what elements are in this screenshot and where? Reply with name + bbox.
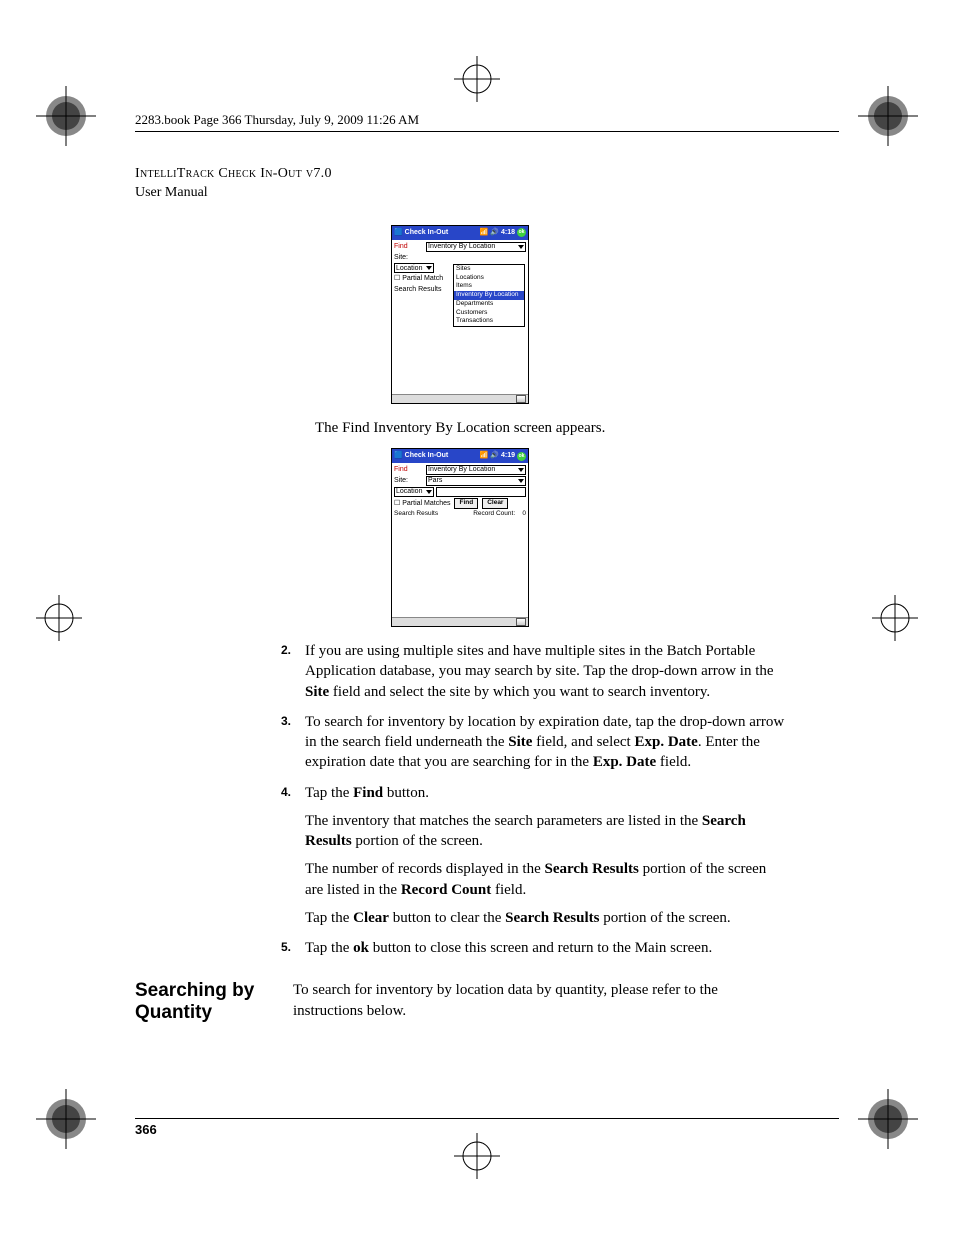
- section-body: To search for inventory by location data…: [293, 980, 785, 1024]
- chevron-down-icon: [426, 266, 432, 270]
- crop-mark-icon: [36, 595, 82, 641]
- record-count-label: Record Count:: [473, 510, 515, 517]
- find-dropdown: Inventory By Location: [426, 242, 526, 252]
- location-dropdown: Location: [394, 487, 434, 497]
- product-subtitle: User Manual: [135, 185, 208, 200]
- step-5: 5. Tap the ok button to close this scree…: [305, 938, 785, 958]
- volume-icon: 🔊: [490, 228, 499, 237]
- embedded-screenshot-2: 🟦 Check In-Out 📶 🔊 4:19 ok Find Inventor…: [391, 448, 529, 627]
- find-label: Find: [394, 242, 426, 251]
- step-number: 2.: [281, 642, 291, 658]
- book-header-line: 2283.book Page 366 Thursday, July 9, 200…: [135, 112, 419, 128]
- search-results-label: Search Results: [394, 510, 438, 519]
- keyboard-icon: [516, 618, 526, 626]
- chevron-down-icon: [426, 490, 432, 494]
- keyboard-icon: [516, 395, 526, 403]
- location-value-field: [436, 487, 526, 497]
- find-dropdown: Inventory By Location: [426, 465, 526, 475]
- step-4: 4. Tap the Find button. The inventory th…: [305, 783, 785, 929]
- crop-mark-icon: [858, 1089, 918, 1149]
- partial-match-checkbox: ☐ Partial Match: [394, 274, 443, 283]
- site-label: Site:: [394, 476, 426, 485]
- step-3: 3. To search for inventory by location b…: [305, 712, 785, 773]
- ok-button: ok: [517, 228, 526, 237]
- results-area: [394, 520, 526, 580]
- page-number: 366: [135, 1122, 157, 1137]
- ok-button: ok: [517, 452, 526, 461]
- top-rule: [135, 131, 839, 132]
- find-label: Find: [394, 465, 426, 474]
- step-number: 4.: [281, 784, 291, 800]
- crop-mark-icon: [36, 1089, 96, 1149]
- volume-icon: 🔊: [490, 451, 499, 460]
- signal-icon: 📶: [480, 228, 489, 237]
- section-heading: Searching by Quantity: [135, 980, 293, 1024]
- find-dropdown-list: Sites Locations Items Inventory By Locat…: [453, 264, 525, 327]
- step-number: 3.: [281, 713, 291, 729]
- chevron-down-icon: [518, 468, 524, 472]
- chevron-down-icon: [518, 479, 524, 483]
- embedded-screenshot-1: 🟦 Check In-Out 📶 🔊 4:18 ok Find Inventor…: [391, 225, 529, 404]
- crop-mark-icon: [454, 1133, 500, 1179]
- status-time: 4:19: [501, 451, 515, 460]
- crop-mark-icon: [872, 595, 918, 641]
- status-time: 4:18: [501, 228, 515, 237]
- site-label: Site:: [394, 253, 426, 262]
- dropdown-selected: Inventory By Location: [454, 291, 524, 300]
- window-title: 🟦 Check In-Out: [394, 451, 448, 460]
- signal-icon: 📶: [480, 451, 489, 460]
- crop-mark-icon: [454, 56, 500, 102]
- location-dropdown: Location: [394, 263, 434, 273]
- window-title: 🟦 Check In-Out: [394, 228, 448, 237]
- caption-1: The Find Inventory By Location screen ap…: [315, 418, 785, 438]
- crop-mark-icon: [36, 86, 96, 146]
- record-count-value: 0: [522, 510, 526, 517]
- partial-match-checkbox: ☐ Partial Matches: [394, 499, 450, 508]
- crop-mark-icon: [858, 86, 918, 146]
- product-name: IntelliTrack Check In-Out v7.0: [135, 166, 332, 181]
- find-button: Find: [454, 498, 478, 509]
- search-results-label: Search Results: [394, 285, 441, 294]
- clear-button: Clear: [482, 498, 508, 509]
- chevron-down-icon: [518, 245, 524, 249]
- step-2: 2. If you are using multiple sites and h…: [305, 641, 785, 702]
- site-dropdown: Pars: [426, 476, 526, 486]
- running-header: IntelliTrack Check In-Out v7.0 User Manu…: [135, 165, 785, 203]
- bottom-rule: [135, 1118, 839, 1119]
- step-number: 5.: [281, 939, 291, 955]
